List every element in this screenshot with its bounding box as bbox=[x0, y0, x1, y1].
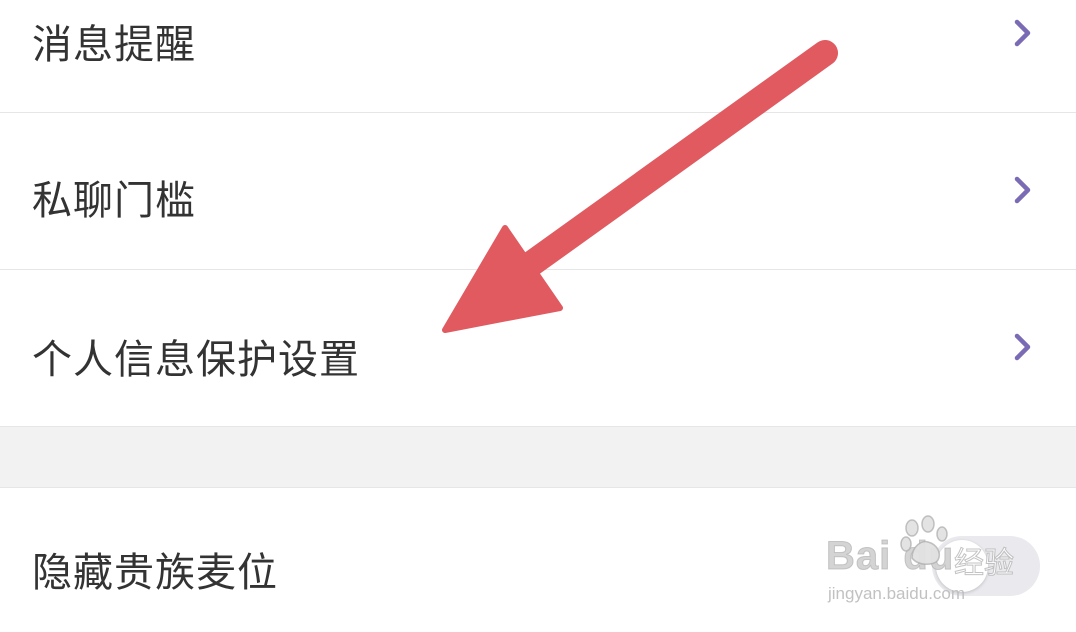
settings-item-label: 个人信息保护设置 bbox=[32, 337, 360, 383]
settings-screen: 消息提醒 私聊门槛 个人信息保护设置 隐藏贵族麦位 Bai du 经验 jing… bbox=[0, 0, 1076, 632]
hide-noble-seat-toggle[interactable] bbox=[932, 536, 1040, 596]
section-gap bbox=[0, 427, 1076, 487]
settings-item-label: 私聊门槛 bbox=[32, 178, 196, 224]
settings-item-hide-noble-seat: 隐藏贵族麦位 bbox=[0, 488, 1076, 632]
chevron-right-icon bbox=[1014, 19, 1031, 47]
toggle-knob bbox=[936, 540, 988, 592]
settings-item-label: 隐藏贵族麦位 bbox=[32, 550, 278, 596]
settings-item-privacy-protection[interactable]: 个人信息保护设置 bbox=[0, 270, 1076, 426]
settings-item-message-reminder[interactable]: 消息提醒 bbox=[0, 0, 1076, 112]
settings-item-label: 消息提醒 bbox=[32, 22, 196, 68]
chevron-right-icon bbox=[1014, 176, 1031, 204]
settings-item-private-chat-threshold[interactable]: 私聊门槛 bbox=[0, 113, 1076, 269]
chevron-right-icon bbox=[1014, 333, 1031, 361]
